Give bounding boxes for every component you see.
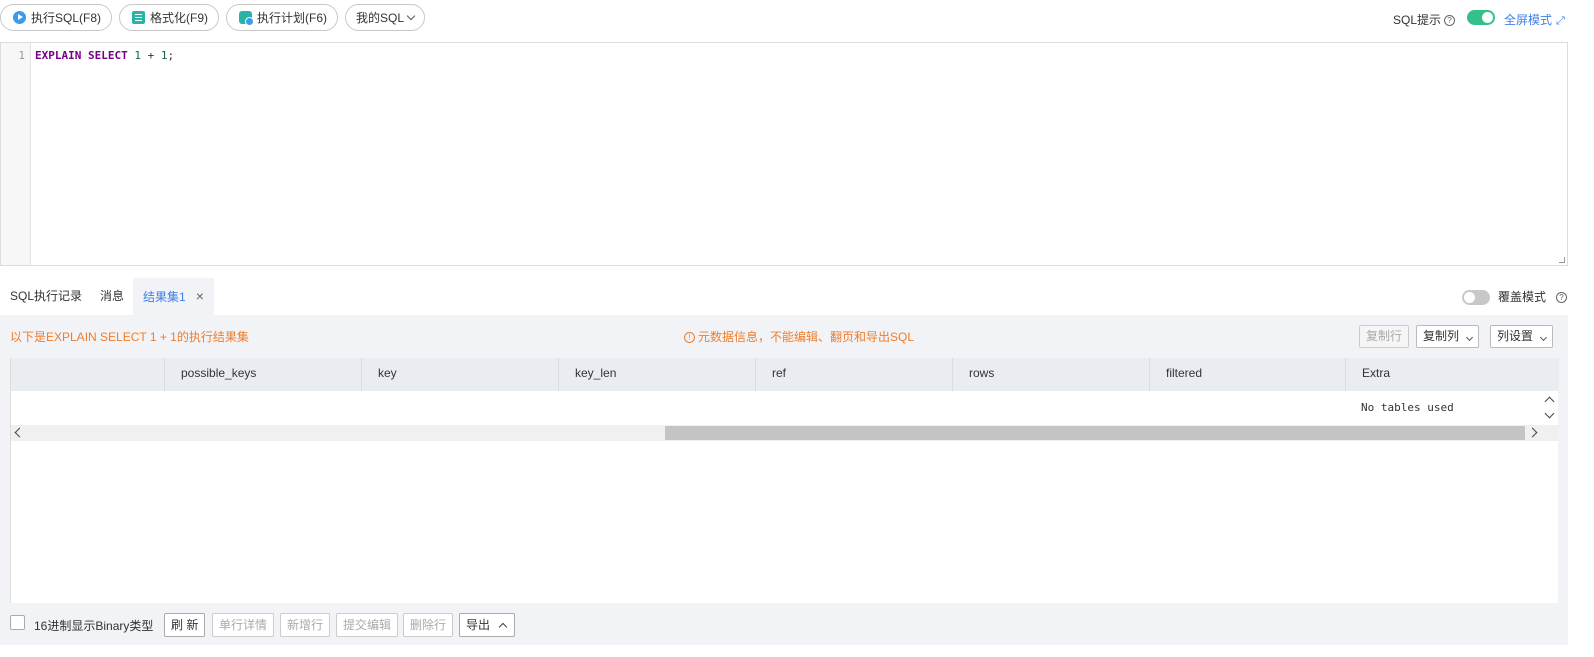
column-settings-label: 列设置 (1497, 329, 1534, 343)
help-icon[interactable]: ? (1444, 15, 1456, 27)
line-gutter: 1 (1, 43, 31, 265)
hex-binary-checkbox[interactable] (10, 615, 25, 630)
keyword-token: SELECT (87, 49, 128, 62)
hex-binary-label: 16进制显示Binary类型 (34, 619, 154, 633)
chevron-up-icon (498, 623, 508, 632)
column-header[interactable]: possible_keys (164, 358, 361, 391)
column-header[interactable]: key (361, 358, 558, 391)
plan-label: 执行计划(F6) (257, 11, 327, 25)
explain-plan-button[interactable]: 执行计划(F6) (226, 4, 338, 31)
result-grid: possible_keys key key_len ref rows filte… (10, 358, 1559, 603)
add-row-label: 新增行 (287, 618, 324, 632)
my-sql-label: 我的SQL (356, 11, 405, 25)
column-header[interactable]: ref (755, 358, 952, 391)
close-icon[interactable]: × (196, 288, 204, 304)
info-icon: ! (684, 332, 695, 344)
copy-column-label: 复制列 (1423, 329, 1460, 343)
my-sql-dropdown[interactable]: 我的SQL (345, 4, 426, 31)
scroll-down-icon[interactable] (1544, 408, 1555, 419)
refresh-button[interactable]: 刷 新 (164, 613, 206, 637)
column-settings-dropdown[interactable]: 列设置 (1490, 325, 1554, 348)
operator-token: + (147, 49, 155, 62)
code-line[interactable]: EXPLAIN SELECT 1 + 1; (35, 49, 174, 62)
fullscreen-label: 全屏模式 (1504, 13, 1553, 27)
row-detail-label: 单行详情 (219, 618, 268, 632)
scroll-right-icon[interactable] (1527, 427, 1538, 438)
sql-tip-label: SQL提示 (1393, 13, 1442, 27)
resize-handle[interactable] (1559, 257, 1565, 263)
column-header[interactable]: filtered (1149, 358, 1345, 391)
column-header[interactable]: rows (952, 358, 1149, 391)
warning-text: 元数据信息，不能编辑、翻页和导出SQL (698, 330, 915, 344)
play-icon (13, 11, 26, 24)
sql-tip-toggle[interactable] (1467, 10, 1495, 25)
tab-sql-history[interactable]: SQL执行记录 (10, 278, 82, 315)
number-token: 1 (134, 49, 141, 62)
line-number: 1 (18, 49, 25, 62)
delete-row-label: 删除行 (410, 618, 447, 632)
result-panel: 以下是EXPLAIN SELECT 1 + 1的执行结果集 ! 元数据信息，不能编… (0, 315, 1568, 645)
cover-mode-label: 覆盖模式 (1498, 290, 1547, 304)
export-label: 导出 (466, 618, 491, 632)
tab-label: SQL执行记录 (10, 289, 83, 303)
column-header[interactable]: Extra (1345, 358, 1559, 391)
format-icon (132, 11, 145, 24)
delete-row-button[interactable]: 删除行 (403, 613, 454, 637)
fullscreen-button[interactable]: 全屏模式 ⤢ (1504, 11, 1565, 28)
submit-edit-button[interactable]: 提交编辑 (336, 613, 399, 637)
expand-icon: ⤢ (1556, 15, 1565, 27)
chevron-down-icon (1465, 333, 1474, 342)
keyword-token: EXPLAIN (35, 49, 82, 62)
help-icon[interactable]: ? (1556, 292, 1568, 304)
chevron-down-icon (1539, 333, 1548, 342)
grid-header: possible_keys key key_len ref rows filte… (11, 358, 1559, 391)
run-sql-button[interactable]: 执行SQL(F8) (0, 4, 113, 31)
sql-toolbar: 执行SQL(F8) 格式化(F9) 执行计划(F6) 我的SQL SQL提示? … (0, 0, 1594, 36)
copy-column-dropdown[interactable]: 复制列 (1416, 325, 1480, 348)
copy-row-label: 复制行 (1366, 329, 1403, 343)
tab-messages[interactable]: 消息 (100, 278, 124, 315)
sql-editor[interactable]: 1 EXPLAIN SELECT 1 + 1; (0, 42, 1568, 266)
export-dropdown[interactable]: 导出 (459, 613, 516, 637)
run-sql-label: 执行SQL(F8) (31, 11, 102, 25)
add-row-button[interactable]: 新增行 (280, 613, 331, 637)
column-header[interactable]: key_len (558, 358, 755, 391)
cover-mode: 覆盖模式? (1462, 288, 1568, 306)
result-tabs: SQL执行记录 消息 结果集1 × (0, 278, 1594, 315)
format-label: 格式化(F9) (150, 11, 208, 25)
table-cell[interactable]: No tables used (1361, 401, 1454, 414)
refresh-label: 刷 新 (171, 618, 199, 632)
scroll-up-icon[interactable] (1544, 396, 1555, 407)
plan-icon (239, 11, 254, 26)
tab-label: 结果集1 (143, 290, 186, 304)
scroll-left-icon[interactable] (14, 427, 25, 438)
result-title: 以下是EXPLAIN SELECT 1 + 1的执行结果集 (10, 330, 249, 344)
semicolon-token: ; (167, 49, 175, 62)
row-detail-button[interactable]: 单行详情 (212, 613, 275, 637)
tab-label: 消息 (100, 289, 125, 303)
format-button[interactable]: 格式化(F9) (119, 4, 219, 31)
submit-edit-label: 提交编辑 (343, 618, 392, 632)
scrollbar-thumb[interactable] (665, 426, 1525, 440)
metadata-warning: ! 元数据信息，不能编辑、翻页和导出SQL (684, 328, 914, 345)
result-footer: 16进制显示Binary类型 刷 新 单行详情 新增行 提交编辑 删除行 导出 (0, 603, 1568, 645)
horizontal-scrollbar[interactable] (11, 425, 1559, 441)
tab-result-set-1[interactable]: 结果集1 × (133, 278, 214, 315)
chevron-down-icon (406, 11, 416, 20)
cover-mode-toggle[interactable] (1462, 290, 1490, 306)
sql-tip: SQL提示? (1393, 11, 1456, 28)
copy-row-button[interactable]: 复制行 (1359, 325, 1410, 348)
